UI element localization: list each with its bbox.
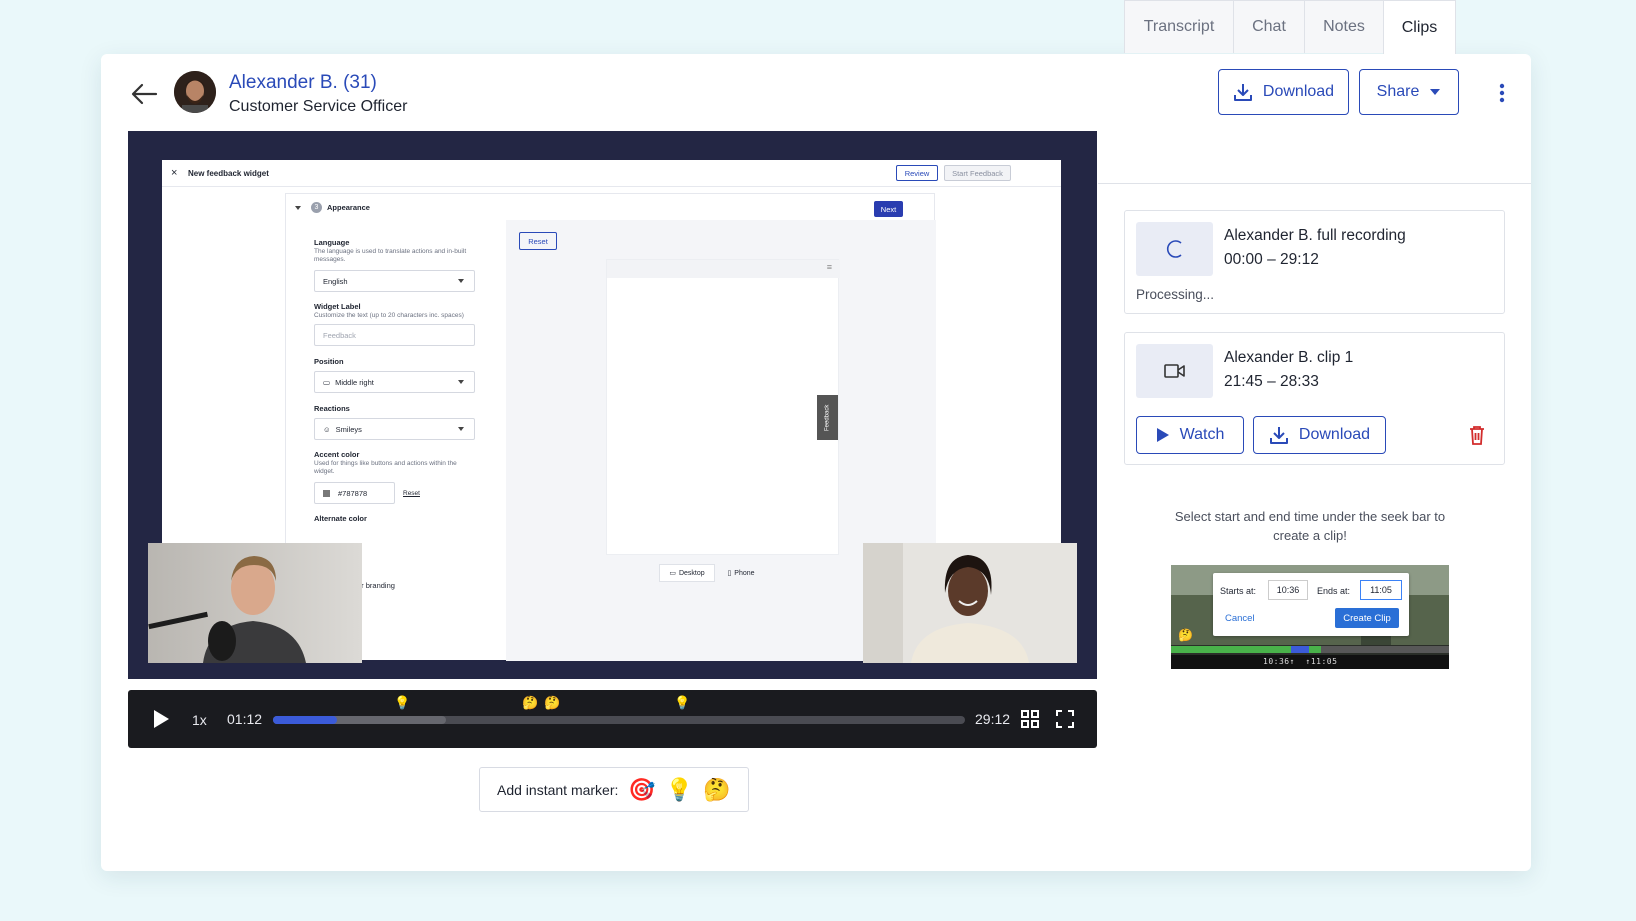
share-label: Share — [1376, 83, 1420, 100]
accent-color-input: #787878 — [314, 482, 395, 504]
ends-at-input: 11:05 — [1360, 580, 1402, 600]
lightbulb-marker-icon[interactable]: 💡 — [666, 777, 693, 803]
caret-down-icon — [1430, 89, 1441, 95]
section-number: 3 — [311, 202, 322, 213]
next-button: Next — [874, 201, 903, 217]
desktop-toggle: ▭ Desktop — [659, 564, 715, 582]
close-icon: × — [171, 167, 178, 179]
language-select: English — [314, 270, 475, 292]
clip-download-button[interactable]: Download — [1253, 416, 1386, 454]
more-options-icon[interactable] — [1496, 82, 1508, 104]
download-button[interactable]: Download — [1218, 69, 1349, 115]
thinking-marker-icon: 🤔 — [1178, 628, 1193, 642]
duration: 29:12 — [975, 711, 1011, 727]
thinking-marker-icon[interactable]: 🤔 — [703, 777, 730, 803]
clip-card-full: Alexander B. full recording 00:00 – 29:1… — [1124, 210, 1505, 314]
current-time: 01:12 — [227, 711, 263, 727]
participant-role: Customer Service Officer — [229, 98, 408, 115]
participant-name[interactable]: Alexander B. (31) — [229, 72, 377, 94]
playback-speed[interactable]: 1x — [192, 712, 207, 728]
accent-color-help: Used for things like buttons and actions… — [314, 460, 457, 475]
appearance-panel: 3 Appearance Next Language The language … — [285, 193, 936, 661]
player-controls: 1x 01:12 💡 🤔 🤔 💡 29:12 — [128, 690, 1097, 748]
webcam-participant — [148, 543, 362, 663]
clip-card-1: Alexander B. clip 1 21:45 – 28:33 Watch … — [1124, 332, 1505, 465]
clip-time: 00:00 – 29:12 — [1224, 251, 1319, 268]
lightbulb-marker-icon[interactable]: 💡 — [674, 695, 690, 711]
clip-hint: Select start and end time under the seek… — [1174, 509, 1446, 543]
clip-download-label: Download — [1298, 426, 1371, 443]
share-button[interactable]: Share — [1359, 69, 1459, 115]
watch-button[interactable]: Watch — [1136, 416, 1244, 454]
starts-at-input: 10:36 — [1268, 580, 1308, 600]
avatar — [174, 71, 216, 113]
video-player[interactable]: × New feedback widget Review Start Feedb… — [128, 131, 1097, 679]
clip-demo-image: 🤔 Starts at: 10:36 Ends at: 11:05 Cancel… — [1171, 565, 1449, 669]
menu-icon: ≡ — [826, 262, 832, 272]
language-label: Language — [314, 238, 350, 247]
collapse-caret-icon — [295, 206, 301, 210]
tab-notes[interactable]: Notes — [1304, 0, 1384, 53]
preview-page: ≡ Feedback — [606, 259, 840, 555]
position-label: Position — [314, 357, 344, 366]
webcam-interviewer — [863, 543, 1077, 663]
accent-reset-link: Reset — [403, 490, 420, 497]
lightbulb-marker-icon[interactable]: 💡 — [394, 695, 410, 711]
reactions-label: Reactions — [314, 404, 350, 413]
ends-at-label: Ends at: — [1317, 586, 1351, 596]
accent-color-label: Accent color — [314, 450, 360, 459]
tab-transcript[interactable]: Transcript — [1124, 0, 1234, 53]
phone-toggle: ▯ Phone — [727, 569, 755, 578]
start-feedback-button: Start Feedback — [944, 165, 1011, 181]
section-title: Appearance — [327, 203, 370, 212]
download-icon — [1269, 427, 1288, 444]
widget-label-label: Widget Label — [314, 302, 361, 311]
watch-label: Watch — [1179, 426, 1225, 443]
side-tabs — [1098, 131, 1531, 184]
clip-thumbnail[interactable] — [1136, 344, 1213, 398]
instant-marker-bar: Add instant marker: 🎯 💡 🤔 — [479, 767, 749, 812]
download-icon — [1233, 84, 1252, 101]
trash-icon[interactable] — [1468, 425, 1486, 445]
position-select: ▭ Middle right — [314, 371, 475, 393]
widget-label-help: Customize the text (up to 20 characters … — [314, 312, 464, 319]
create-clip-button: Create Clip — [1335, 608, 1399, 628]
play-icon[interactable] — [152, 709, 170, 729]
play-icon — [1156, 428, 1169, 442]
review-button: Review — [896, 165, 938, 181]
video-camera-icon — [1163, 364, 1185, 378]
grid-layout-icon[interactable] — [1021, 710, 1039, 728]
instant-marker-label: Add instant marker: — [497, 781, 619, 798]
preview-reset-button: Reset — [519, 232, 557, 250]
clip-form: Starts at: 10:36 Ends at: 11:05 Cancel C… — [1213, 573, 1409, 636]
clip-thumbnail — [1136, 222, 1213, 276]
clip-title: Alexander B. clip 1 — [1224, 349, 1354, 366]
download-label: Download — [1262, 83, 1335, 100]
clip-status: Processing... — [1136, 287, 1215, 302]
starts-at-label: Starts at: — [1220, 586, 1257, 596]
language-help: The language is used to translate action… — [314, 248, 467, 263]
tab-chat[interactable]: Chat — [1233, 0, 1305, 53]
widget-label-input: Feedback — [314, 324, 475, 346]
back-arrow-icon[interactable] — [130, 82, 158, 106]
cancel-link: Cancel — [1225, 613, 1255, 624]
tab-clips[interactable]: Clips — [1383, 0, 1456, 54]
demo-time-marks: 10:36↑ ↑11:05 — [1263, 657, 1338, 666]
reactions-select: ☺ Smileys — [314, 418, 475, 440]
loading-spinner-icon — [1166, 240, 1182, 258]
seek-progress — [273, 716, 337, 724]
target-marker-icon[interactable]: 🎯 — [628, 777, 655, 803]
thinking-marker-icon[interactable]: 🤔 — [522, 695, 538, 711]
fullscreen-icon[interactable] — [1056, 710, 1074, 728]
clip-time: 21:45 – 28:33 — [1224, 373, 1319, 390]
widget-title: New feedback widget — [188, 169, 269, 178]
clip-title: Alexander B. full recording — [1224, 227, 1406, 244]
branding-fragment: ar branding — [357, 581, 395, 590]
widget-topbar: × New feedback widget Review Start Feedb… — [162, 160, 1061, 187]
feedback-side-tab: Feedback — [817, 395, 838, 440]
alternate-color-label: Alternate color — [314, 514, 367, 523]
thinking-marker-icon[interactable]: 🤔 — [544, 695, 560, 711]
